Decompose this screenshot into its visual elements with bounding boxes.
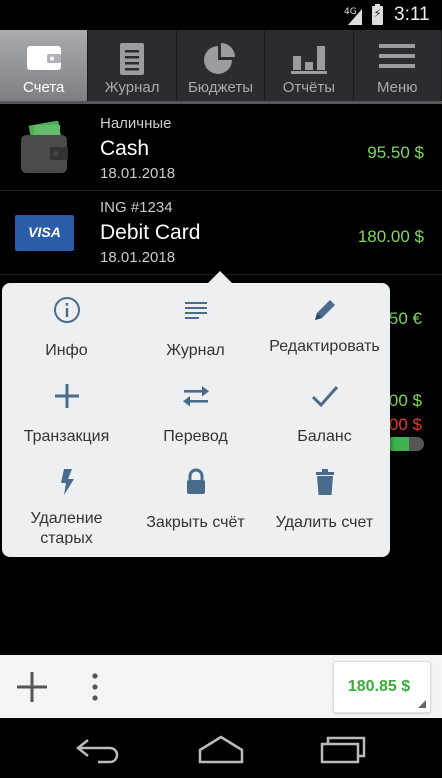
account-bank: Наличные — [100, 115, 172, 132]
menu-item-label: Редактировать — [269, 338, 380, 355]
menu-item-delete-old[interactable]: Удаление старых — [2, 455, 131, 545]
tab-journal[interactable]: Журнал — [88, 30, 177, 101]
checkmark-icon — [311, 386, 338, 408]
pie-chart-icon — [204, 43, 236, 74]
menu-item-label: Баланс — [297, 428, 352, 445]
menu-item-label: Удаление старых — [30, 510, 103, 545]
account-context-menu: Инфо Журнал Редактировать Транзакция Пер… — [2, 271, 390, 557]
menu-item-journal[interactable]: Журнал — [131, 283, 260, 369]
home-icon[interactable] — [196, 732, 246, 766]
menu-item-label: Закрыть счёт — [146, 514, 245, 531]
tab-bar: Счета Журнал Бюджеты Отчёты Меню — [0, 30, 442, 104]
tab-label: Бюджеты — [187, 79, 253, 96]
tab-label: Отчёты — [282, 79, 336, 96]
recent-apps-icon[interactable] — [318, 732, 368, 766]
system-nav-bar — [0, 718, 442, 778]
status-bar: 4G ⚡ 3:11 — [0, 0, 442, 30]
list-icon — [184, 302, 207, 319]
menu-item-label: Инфо — [45, 342, 88, 359]
tab-label: Журнал — [104, 79, 160, 96]
account-date: 18.01.2018 — [100, 249, 176, 266]
plus-icon — [54, 384, 79, 408]
back-icon[interactable] — [74, 732, 124, 766]
menu-item-info[interactable]: Инфо — [2, 283, 131, 369]
menu-item-transaction[interactable]: Транзакция — [2, 369, 131, 455]
account-balance: 95.50 $ — [367, 143, 424, 162]
menu-item-close-account[interactable]: Закрыть счёт — [131, 455, 260, 541]
clock: 3:11 — [394, 4, 430, 25]
account-name: Cash — [100, 137, 150, 160]
trash-icon — [315, 469, 334, 495]
menu-item-label: Удалить счет — [275, 514, 374, 531]
add-icon[interactable] — [14, 669, 50, 705]
menu-item-label: Перевод — [163, 428, 228, 445]
tab-accounts[interactable]: Счета — [0, 30, 89, 101]
dropdown-corner-icon — [418, 700, 426, 708]
account-row-cash[interactable]: Наличные Cash 18.01.2018 95.50 $ — [0, 107, 442, 191]
account-date: 18.01.2018 — [100, 165, 176, 182]
visa-card-icon: VISA — [15, 215, 74, 251]
pencil-icon — [314, 300, 335, 320]
popup-arrow — [208, 271, 232, 283]
total-balance: 180.85 $ — [347, 678, 411, 695]
lightning-icon — [60, 469, 74, 495]
account-row-debit-card[interactable]: VISA ING #1234 Debit Card 18.01.2018 180… — [0, 191, 442, 275]
menu-item-edit[interactable]: Редактировать — [260, 283, 389, 369]
account-progress-bar — [386, 437, 424, 451]
bottom-action-bar: 180.85 $ — [0, 655, 442, 718]
account-balance-partial: 50 € — [388, 309, 422, 328]
menu-item-delete-account[interactable]: Удалить счет — [260, 455, 389, 541]
total-balance-button[interactable]: 180.85 $ — [333, 661, 431, 713]
menu-item-label: Журнал — [166, 342, 225, 359]
account-balance: 180.00 $ — [357, 227, 424, 246]
wallet-money-icon — [21, 121, 68, 173]
bar-chart-icon — [290, 46, 327, 74]
more-vertical-icon[interactable] — [88, 671, 102, 703]
tab-label: Счета — [23, 79, 65, 96]
visa-card-text: VISA — [28, 224, 61, 240]
account-balance-partial: 00 $ — [388, 391, 422, 410]
charging-symbol: ⚡ — [373, 7, 382, 20]
signal-icon — [348, 9, 362, 25]
menu-item-balance[interactable]: Баланс — [260, 369, 389, 455]
tab-label: Меню — [376, 79, 418, 96]
account-name: Debit Card — [100, 221, 201, 244]
document-icon — [120, 43, 145, 75]
lock-icon — [186, 468, 205, 494]
tab-menu[interactable]: Меню — [353, 30, 442, 101]
transfer-arrows-icon — [182, 386, 209, 407]
menu-item-transfer[interactable]: Перевод — [131, 369, 260, 455]
account-bank: ING #1234 — [100, 199, 173, 216]
hamburger-icon — [379, 44, 416, 68]
battery-icon: ⚡ — [372, 4, 383, 25]
info-icon — [53, 297, 80, 323]
tab-reports[interactable]: Отчёты — [265, 30, 354, 101]
menu-item-label: Транзакция — [23, 428, 110, 445]
wallet-icon — [26, 46, 61, 70]
tab-budgets[interactable]: Бюджеты — [176, 30, 266, 101]
account-balance-partial-negative: 00 $ — [388, 415, 422, 434]
